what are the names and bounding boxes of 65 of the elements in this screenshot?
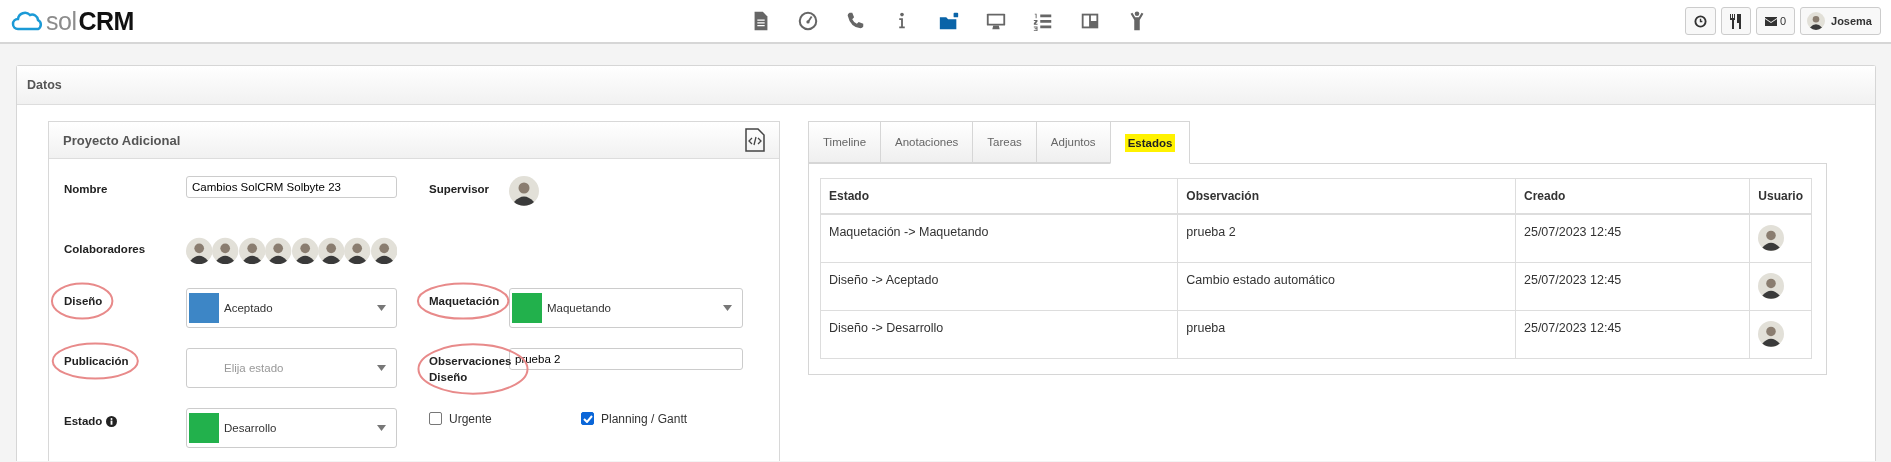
field-label: Supervisor [429, 182, 490, 197]
avatar-icon [265, 236, 292, 266]
table-cell: 25/07/2023 12:45 [1515, 214, 1750, 263]
caret-icon [377, 305, 386, 311]
column-header: Usuario [1749, 178, 1812, 214]
avatar-icon [212, 236, 239, 266]
tab[interactable]: Estados [1109, 121, 1191, 164]
checkbox[interactable] [429, 412, 442, 425]
caret-icon [377, 365, 386, 371]
checkbox-label: Planning / Gantt [601, 412, 688, 426]
caret-icon [377, 425, 386, 431]
table-cell: Cambio estado automático [1177, 262, 1516, 311]
cutlery-button[interactable] [1720, 7, 1751, 35]
table-cell: Maquetación -> Maquetando [820, 214, 1178, 263]
table-cell: prueba 2 [1177, 214, 1516, 263]
avatar-icon [1807, 12, 1825, 30]
table-cell: 25/07/2023 12:45 [1515, 262, 1750, 311]
cloud-icon [10, 10, 44, 32]
panel-title: Datos [27, 78, 62, 92]
checkbox[interactable] [581, 412, 594, 425]
tab[interactable]: Tareas [972, 121, 1036, 163]
tab[interactable]: Adjuntos [1035, 121, 1110, 163]
tab[interactable]: Timeline [808, 121, 881, 163]
field-label: Diseño [64, 294, 103, 309]
logo[interactable]: solCRM [10, 6, 750, 36]
avatar-icon [317, 236, 345, 266]
avatar-icon [344, 236, 371, 266]
avatar-icon [509, 176, 539, 206]
column-header: Observación [1177, 178, 1516, 214]
clock-button[interactable] [1684, 7, 1716, 35]
mail-button[interactable]: 0 [1755, 7, 1795, 35]
folder-icon[interactable] [938, 10, 960, 32]
avatar-icon [238, 236, 266, 266]
highlight-mark: Estados [1124, 133, 1176, 152]
avatar-icon [370, 236, 397, 266]
clock-icon [1693, 14, 1707, 28]
caret-icon [723, 305, 732, 311]
field-label: Estado [64, 414, 103, 429]
field-label: Maquetación [429, 294, 500, 309]
avatar-icon [186, 236, 213, 266]
column-header: Estado [820, 178, 1178, 214]
mail-icon [1764, 16, 1777, 26]
avatar-icon [1758, 273, 1785, 299]
field-label: Nombre [64, 182, 108, 197]
table-cell: 25/07/2023 12:45 [1515, 310, 1750, 359]
card-title: Proyecto Adicional [63, 132, 181, 148]
avatar-icon [1758, 321, 1785, 347]
status-select[interactable]: Aceptado [186, 288, 397, 328]
text-field[interactable]: Cambios SolCRM Solbyte 23 [186, 176, 397, 198]
gauge-icon[interactable] [797, 10, 819, 32]
user-button[interactable]: Josema [1800, 7, 1881, 35]
avatar-icon [1758, 225, 1785, 251]
field-label: Publicación [64, 354, 129, 369]
column-header: Creado [1515, 178, 1750, 214]
table-cell: Diseño -> Aceptado [820, 262, 1178, 311]
avatar-icon [291, 236, 318, 266]
cutlery-icon [1729, 13, 1742, 29]
checkbox-label: Urgente [449, 412, 492, 426]
table-cell: Diseño -> Desarrollo [820, 310, 1178, 359]
field-label: Colaboradores [64, 242, 146, 257]
code-file-icon[interactable] [745, 128, 765, 152]
status-select[interactable]: Desarrollo [186, 408, 397, 448]
status-select[interactable]: Maquetando [509, 288, 743, 328]
tab[interactable]: Anotaciones [880, 121, 973, 163]
table-cell: prueba [1177, 310, 1516, 359]
